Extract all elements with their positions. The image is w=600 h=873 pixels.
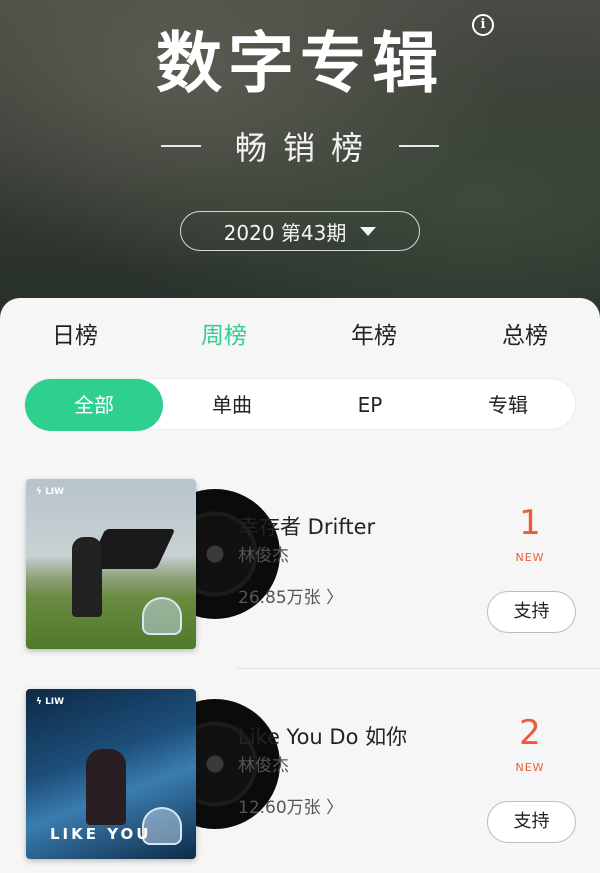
chart-tabs: 日榜 周榜 年榜 总榜 bbox=[0, 316, 600, 356]
type-filter: 全部 单曲 EP 专辑 bbox=[24, 378, 577, 431]
list-item[interactable]: ϟ LIW 幸存者 Drifter 林俊杰 26.85万张 〉 1 NEW 支持 bbox=[0, 455, 600, 655]
album-cover[interactable]: ϟ LIW LIKE YOU bbox=[26, 689, 196, 859]
page-title: 数字专辑 bbox=[156, 25, 444, 102]
album-cover[interactable]: ϟ LIW bbox=[26, 479, 196, 649]
cover-art-text: LIKE YOU bbox=[50, 825, 152, 843]
new-badge: NEW bbox=[515, 551, 545, 564]
album-artist[interactable]: 林俊杰 bbox=[238, 751, 289, 776]
tab-yearly[interactable]: 年榜 bbox=[334, 316, 414, 350]
info-icon[interactable]: i bbox=[472, 14, 494, 36]
tab-daily[interactable]: 日榜 bbox=[35, 316, 115, 350]
support-button[interactable]: 支持 bbox=[487, 801, 576, 843]
period-selector[interactable]: 2020 第43期 bbox=[180, 211, 420, 251]
album-artist[interactable]: 林俊杰 bbox=[238, 541, 289, 566]
cover-art-figure bbox=[72, 537, 102, 617]
filter-all[interactable]: 全部 bbox=[25, 379, 163, 431]
new-badge: NEW bbox=[515, 761, 545, 774]
filter-ep[interactable]: EP bbox=[301, 379, 439, 431]
tab-total[interactable]: 总榜 bbox=[485, 316, 565, 350]
period-label: 2020 第43期 bbox=[223, 220, 347, 245]
cover-badge-icon bbox=[142, 597, 182, 635]
album-title[interactable]: 幸存者 Drifter bbox=[238, 511, 375, 541]
cover-art-figure bbox=[86, 749, 126, 825]
caret-down-icon bbox=[360, 226, 377, 236]
album-sales[interactable]: 12.60万张 〉 bbox=[238, 793, 343, 818]
subtitle-dash-right bbox=[399, 145, 439, 147]
rank-number: 2 bbox=[519, 713, 541, 753]
filter-single[interactable]: 单曲 bbox=[163, 379, 301, 431]
support-button[interactable]: 支持 bbox=[487, 591, 576, 633]
subtitle-dash-left bbox=[160, 145, 201, 147]
list-item[interactable]: ϟ LIW LIKE YOU Like You Do 如你 林俊杰 12.60万… bbox=[0, 665, 600, 865]
cover-logo: ϟ LIW bbox=[36, 697, 65, 707]
cover-logo: ϟ LIW bbox=[36, 487, 65, 497]
hero-banner: 数字专辑 i 畅销榜 2020 第43期 bbox=[0, 0, 600, 330]
tab-weekly[interactable]: 周榜 bbox=[184, 316, 264, 350]
chart-subtitle: 畅销榜 bbox=[234, 129, 379, 167]
rank-number: 1 bbox=[519, 503, 541, 543]
album-title[interactable]: Like You Do 如你 bbox=[238, 721, 407, 751]
subtitle-row: 畅销榜 bbox=[0, 124, 600, 168]
album-sales[interactable]: 26.85万张 〉 bbox=[238, 583, 343, 608]
filter-album[interactable]: 专辑 bbox=[439, 379, 577, 431]
